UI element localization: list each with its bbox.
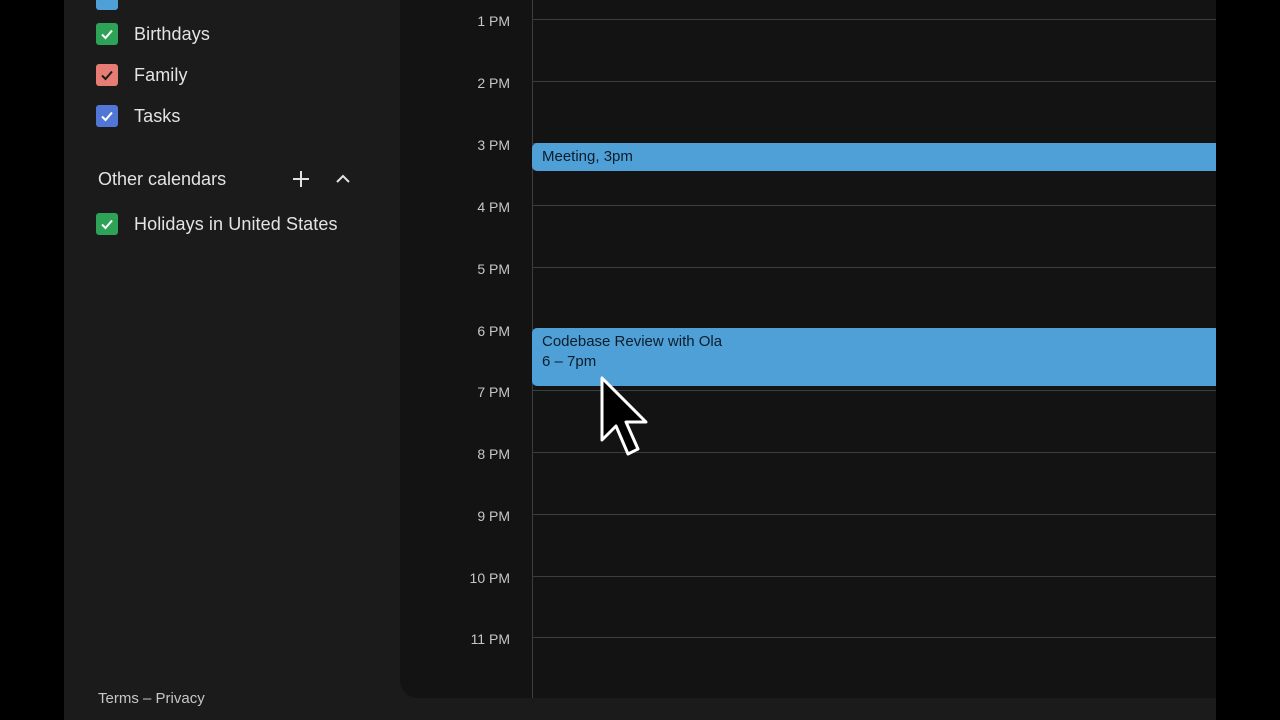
footer: Terms – Privacy	[98, 690, 205, 707]
event-comma: ,	[595, 148, 604, 165]
calendar-item-tasks[interactable]: Tasks	[96, 103, 181, 129]
calendar-item-family[interactable]: Family	[96, 62, 188, 88]
hour-label: 4 PM	[477, 199, 510, 215]
hour-label: 8 PM	[477, 446, 510, 462]
calendar-label: Holidays in United States	[134, 213, 338, 234]
event-meeting[interactable]: Meeting, 3pm	[532, 143, 1216, 171]
checkbox-icon[interactable]	[96, 0, 118, 10]
event-time: 6 – 7pm	[542, 353, 597, 370]
hour-line	[532, 267, 1216, 268]
calendar-label: Birthdays	[134, 23, 210, 44]
hour-line	[532, 576, 1216, 577]
calendar-item-holidays[interactable]: Holidays in United States	[96, 211, 338, 237]
section-title: Other calendars	[98, 168, 227, 189]
terms-link[interactable]: Terms	[98, 690, 139, 707]
hour-line	[532, 637, 1216, 638]
checkbox-checked-icon[interactable]	[96, 64, 118, 86]
hour-line	[532, 452, 1216, 453]
hour-label: 11 PM	[470, 631, 510, 647]
hour-line	[532, 205, 1216, 206]
hour-line	[532, 390, 1216, 391]
hour-line	[532, 81, 1216, 82]
privacy-link[interactable]: Privacy	[156, 690, 205, 707]
hour-label: 2 PM	[477, 75, 510, 91]
event-time: 3pm	[603, 148, 633, 165]
footer-separator: –	[143, 690, 152, 707]
calendar-app: Birthdays Family Tasks Other calendars H…	[64, 0, 1216, 720]
checkbox-checked-icon[interactable]	[96, 105, 118, 127]
hour-label: 1 PM	[477, 13, 510, 29]
day-grid[interactable]: 1 PM 2 PM 3 PM 4 PM 5 PM 6 PM 7 PM 8 PM …	[400, 0, 1216, 698]
event-title: Meeting	[542, 148, 596, 165]
calendar-label: Family	[134, 64, 188, 85]
other-calendars-header: Other calendars	[98, 164, 358, 194]
hour-label: 6 PM	[477, 323, 510, 339]
hour-label: 5 PM	[477, 261, 510, 277]
event-title: Codebase Review with Ola	[542, 333, 723, 350]
hour-line	[532, 514, 1216, 515]
plus-icon[interactable]	[286, 164, 316, 194]
hour-label: 7 PM	[477, 384, 510, 400]
checkbox-checked-icon[interactable]	[96, 23, 118, 45]
hour-label: 10 PM	[469, 570, 510, 586]
hour-label: 3 PM	[477, 137, 510, 153]
chevron-up-icon[interactable]	[328, 164, 358, 194]
calendar-item-partial[interactable]	[96, 0, 134, 12]
checkbox-checked-icon[interactable]	[96, 213, 118, 235]
sidebar: Birthdays Family Tasks Other calendars H…	[64, 0, 394, 720]
hour-label: 9 PM	[477, 508, 510, 524]
calendar-item-birthdays[interactable]: Birthdays	[96, 21, 210, 47]
event-codebase-review[interactable]: Codebase Review with Ola 6 – 7pm	[532, 328, 1216, 386]
calendar-label: Tasks	[134, 105, 181, 126]
hour-line	[532, 19, 1216, 20]
